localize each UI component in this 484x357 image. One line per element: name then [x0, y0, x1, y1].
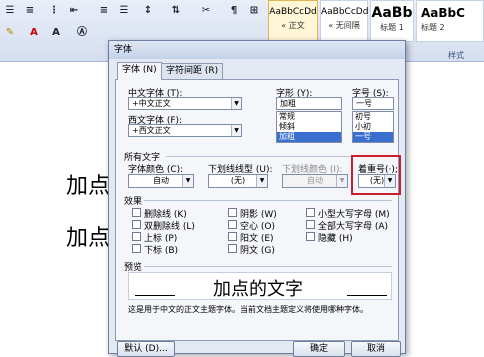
emboss-checkbox[interactable]	[228, 232, 237, 241]
align-left-icon[interactable]: ≡	[96, 4, 112, 18]
strikethrough-checkbox[interactable]	[132, 208, 141, 217]
default-button[interactable]: 默认 (D)...	[117, 341, 175, 357]
style-name: 标题 1	[380, 23, 404, 32]
subscript-label: 下标 (B)	[144, 246, 179, 256]
style-normal[interactable]: AaBbCcDd « 正文	[268, 0, 318, 42]
divider	[144, 200, 392, 201]
preview-baseline-right	[347, 295, 387, 296]
tab-character-spacing[interactable]: 字符间距 (R)	[161, 63, 224, 79]
western-font-select[interactable]: +西文正文 ▼	[128, 124, 242, 137]
chevron-down-icon[interactable]: ▼	[231, 125, 241, 136]
engrave-checkbox[interactable]	[228, 244, 237, 253]
font-size-list[interactable]: 初号 小初 一号	[352, 111, 394, 143]
list-item[interactable]: 常规	[277, 112, 341, 122]
chevron-down-icon[interactable]: ▼	[256, 175, 267, 187]
preview-baseline-left	[135, 295, 175, 296]
font-dialog: 字体 字体 (N) 字符间距 (R) 中文字体 (T): +中文正文 ▼ 西文字…	[108, 40, 406, 357]
document-line-1: 加点	[66, 174, 111, 199]
shadow-checkbox[interactable]	[228, 208, 237, 217]
emphasis-highlight-box	[351, 155, 401, 195]
hidden-checkbox[interactable]	[306, 232, 315, 241]
numbering-icon[interactable]: ≡	[22, 4, 38, 18]
style-name: « 无间隔	[328, 21, 360, 30]
style-heading-2[interactable]: AaBbC 标题 2	[416, 0, 484, 42]
borders-icon[interactable]: ⊞	[246, 4, 262, 18]
ok-button[interactable]: 确定	[293, 341, 345, 357]
paragraph-mark-icon[interactable]: ¶	[226, 4, 242, 18]
effects-section-label: 效果	[124, 197, 143, 207]
style-no-spacing[interactable]: AaBbCcDd « 无间隔	[320, 0, 368, 42]
styles-group-label: 样式	[448, 51, 464, 60]
small-caps-checkbox[interactable]	[306, 208, 315, 217]
highlight-icon[interactable]: ✎	[2, 26, 18, 40]
style-sample: AaBbC	[421, 6, 465, 20]
font-size-input[interactable]: 一号	[352, 97, 394, 110]
preview-box: 加点的文字	[128, 272, 392, 300]
font-color-value: 自动	[153, 176, 169, 185]
enclose-char-icon[interactable]: Ⓐ	[74, 26, 90, 40]
list-item[interactable]: 初号	[353, 112, 393, 122]
chinese-font-select[interactable]: +中文正文 ▼	[128, 97, 242, 110]
align-center-icon[interactable]: ☰	[116, 4, 132, 18]
document-line-2: 加点	[66, 226, 111, 251]
outline-checkbox[interactable]	[228, 220, 237, 229]
underline-type-value: (无)	[230, 176, 246, 185]
style-sample: AaBbCcDd	[321, 7, 369, 17]
divider	[144, 266, 392, 267]
superscript-checkbox[interactable]	[132, 232, 141, 241]
line-spacing-icon[interactable]: ↕	[140, 4, 156, 18]
style-heading-1[interactable]: AaBb 标题 1	[370, 0, 414, 42]
list-item[interactable]: 一号	[353, 132, 393, 142]
underline-color-value: 自动	[307, 176, 323, 185]
style-name: 标题 2	[421, 23, 445, 32]
chinese-font-value: +中文正文	[132, 99, 171, 108]
cancel-button[interactable]: 取消	[351, 341, 401, 357]
all-caps-checkbox[interactable]	[306, 220, 315, 229]
decrease-indent-icon[interactable]: ⇤	[66, 4, 82, 18]
style-sample: AaBbCcDd	[269, 7, 317, 17]
font-color-icon[interactable]: A	[26, 26, 42, 40]
list-item[interactable]: 倾斜	[277, 122, 341, 132]
multilevel-list-icon[interactable]: ⋮	[46, 4, 62, 18]
list-item[interactable]: 加粗	[277, 132, 341, 142]
chevron-down-icon[interactable]: ▼	[182, 175, 193, 187]
chevron-down-icon: ▼	[336, 175, 347, 187]
font-description: 这是用于中文的正文主题字体。当前文档主题定义将使用哪种字体。	[128, 305, 368, 314]
list-item[interactable]: 小初	[353, 122, 393, 132]
western-font-value: +西文正文	[132, 126, 171, 135]
hidden-label: 隐藏 (H)	[318, 234, 353, 244]
tab-font[interactable]: 字体 (N)	[117, 62, 162, 80]
font-style-input[interactable]: 加粗	[276, 97, 342, 110]
underline-color-select: 自动 ▼	[282, 174, 348, 188]
show-marks-icon[interactable]: ✂	[198, 4, 214, 18]
style-name: « 正文	[281, 21, 305, 30]
underline-type-select[interactable]: (无) ▼	[208, 174, 268, 188]
double-strikethrough-checkbox[interactable]	[132, 220, 141, 229]
subscript-checkbox[interactable]	[132, 244, 141, 253]
font-tab-panel: 中文字体 (T): +中文正文 ▼ 西文字体 (F): +西文正文 ▼ 字形 (…	[115, 79, 399, 341]
font-style-list[interactable]: 常规 倾斜 加粗	[276, 111, 342, 143]
engrave-label: 阴文 (G)	[240, 246, 275, 256]
dialog-title: 字体	[109, 41, 405, 59]
font-color-select[interactable]: 自动 ▼	[128, 174, 194, 188]
chevron-down-icon[interactable]: ▼	[231, 98, 241, 109]
preview-text: 加点的文字	[213, 279, 303, 300]
sort-icon[interactable]: ⇅	[168, 4, 184, 18]
bullets-icon[interactable]: ☰	[2, 4, 18, 18]
style-sample: AaBb	[371, 5, 413, 21]
char-shading-icon[interactable]: A	[48, 26, 64, 40]
